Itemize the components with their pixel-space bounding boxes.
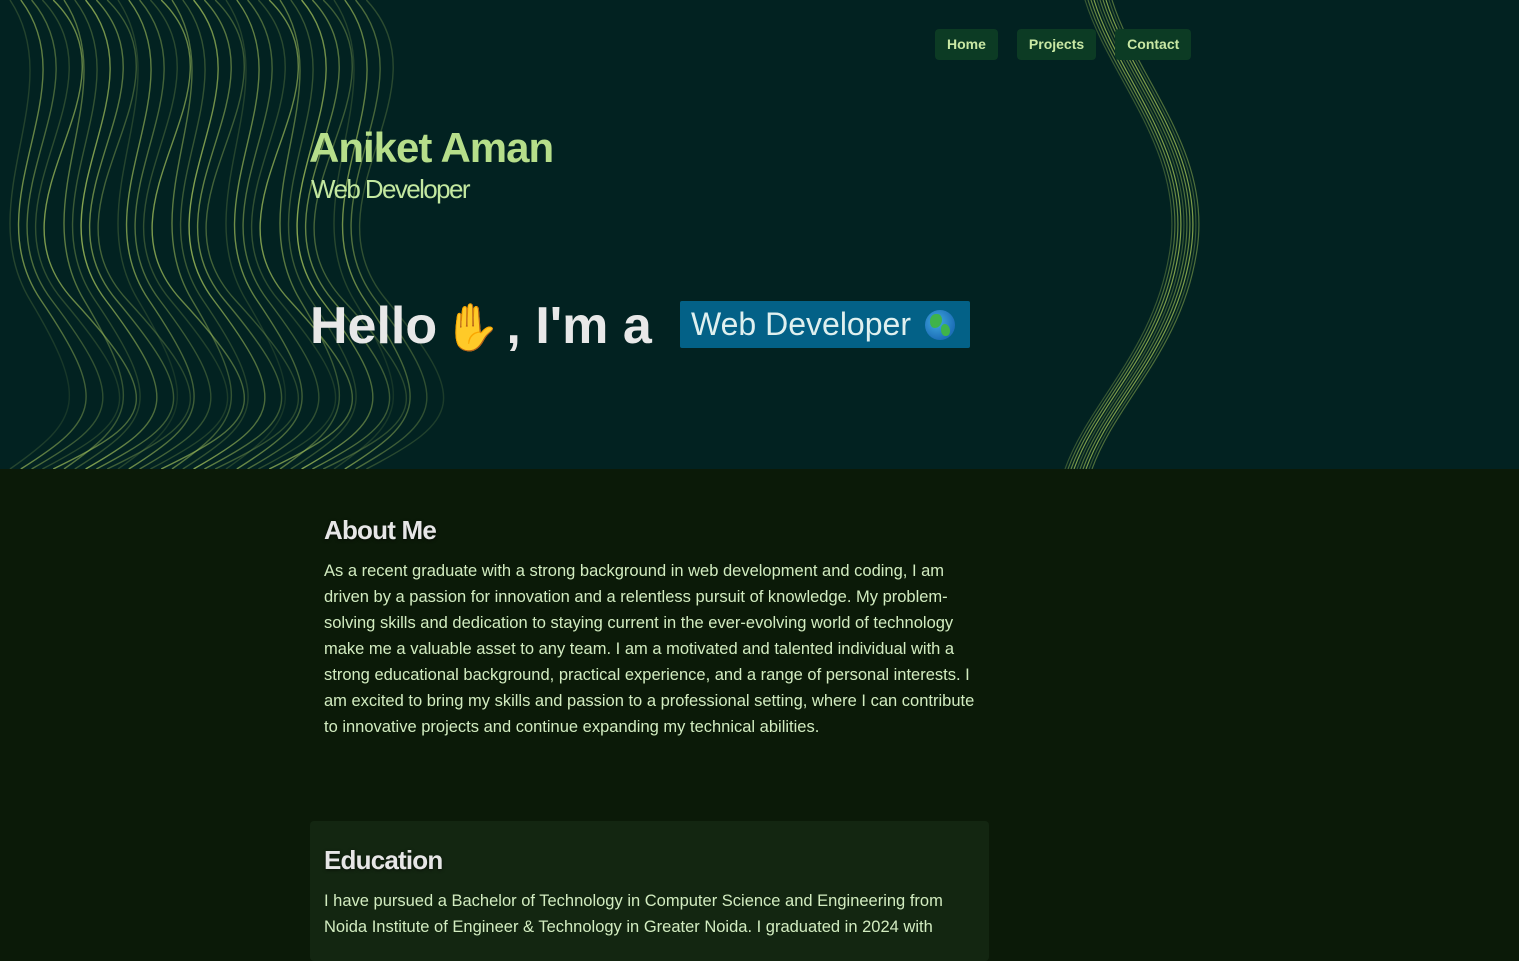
flow-line [1079,0,1188,469]
education-title: Education [324,845,443,875]
hero-greeting: Hello ✋, I'm a [310,296,652,356]
about-section: About Me As a recent graduate with a str… [310,515,989,740]
nav-contact-button[interactable]: Contact [1115,29,1192,60]
typed-role-text: Web Developer [691,306,911,342]
raised-hand-icon: ✋ [443,301,501,353]
greeting-suffix: , I'm a [506,297,652,355]
education-text: I have pursued a Bachelor of Technology … [324,892,943,936]
about-title: About Me [324,515,437,545]
flow-line [1091,0,1200,469]
hero-section: Home Projects Contact Aniket Aman Web De… [0,0,1519,469]
flow-line [1085,0,1194,469]
greeting-prefix: Hello [310,297,438,355]
nav-projects-button[interactable]: Projects [1016,29,1097,60]
nav-home-button[interactable]: Home [935,29,998,60]
education-card: Education I have pursued a Bachelor of T… [310,821,989,961]
about-text: As a recent graduate with a strong backg… [324,562,975,736]
hero-role: Web Developer [311,174,471,204]
top-nav: Home Projects Contact [935,29,1192,60]
flow-line [17,0,87,469]
typed-role-box: Web Developer [680,301,970,348]
hero-name: Aniket Aman [309,124,554,171]
globe-icon [924,309,955,340]
flow-line [1082,0,1191,469]
flowing-lines-background [9,0,1200,469]
flow-line [34,0,121,469]
flow-line [1088,0,1197,469]
